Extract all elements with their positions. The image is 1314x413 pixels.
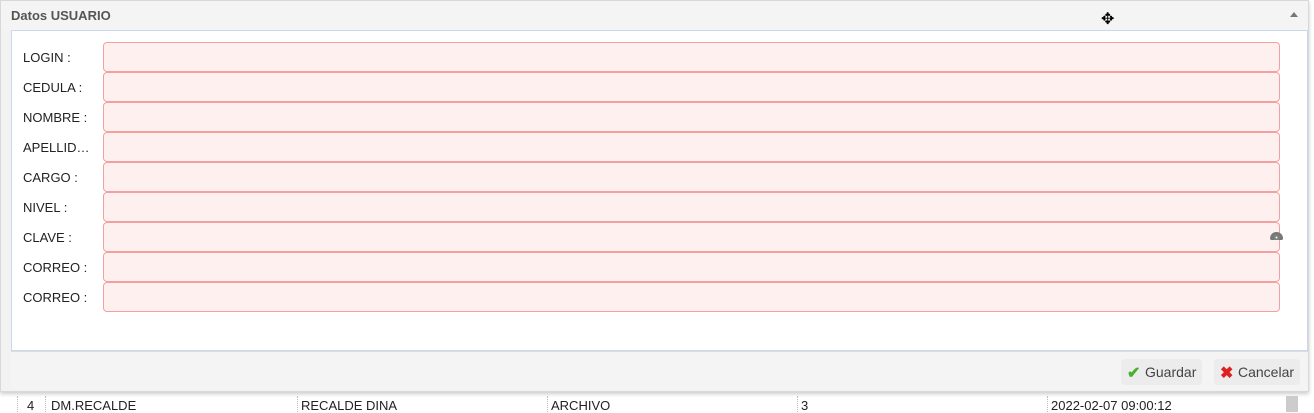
- field-correo-2: CORREO :: [12, 282, 1307, 312]
- dialog-header[interactable]: Datos USUARIO ✥: [1, 1, 1308, 31]
- cell-fecha: 2022-02-07 09:00:12: [1051, 398, 1172, 413]
- nombre-input[interactable]: [103, 102, 1280, 132]
- cell-cargo: ARCHIVO: [551, 398, 611, 413]
- dialog-footer: ✔ Guardar ✖ Cancelar: [11, 351, 1308, 390]
- field-clave: CLAVE :: [12, 222, 1307, 252]
- field-cargo: CARGO :: [12, 162, 1307, 192]
- column-divider: [797, 396, 798, 412]
- column-divider: [17, 396, 18, 412]
- collapse-icon[interactable]: [1290, 12, 1298, 17]
- form-body: LOGIN : CEDULA : NOMBRE : APELLIDOS : CA…: [11, 30, 1308, 351]
- table-row[interactable]: 4 DM.RECALDE RECALDE DINA ARCHIVO 3 2022…: [0, 396, 1314, 413]
- cargo-input[interactable]: [103, 162, 1280, 192]
- field-nombre: NOMBRE :: [12, 102, 1307, 132]
- field-apellidos: APELLIDOS :: [12, 132, 1307, 162]
- close-icon: ✖: [1220, 365, 1234, 382]
- user-data-dialog: Datos USUARIO ✥ LOGIN : CEDULA : NOMBRE …: [0, 0, 1309, 392]
- check-icon: ✔: [1127, 365, 1141, 382]
- field-label: APELLIDOS :: [23, 140, 99, 155]
- field-login: LOGIN :: [12, 42, 1307, 72]
- column-divider: [297, 396, 298, 412]
- field-correo: CORREO :: [12, 252, 1307, 282]
- column-divider: [1047, 396, 1048, 412]
- login-input[interactable]: [103, 42, 1280, 72]
- cancel-button[interactable]: ✖ Cancelar: [1214, 359, 1301, 385]
- save-label: Guardar: [1145, 364, 1197, 380]
- column-divider: [547, 396, 548, 412]
- move-icon[interactable]: ✥: [1101, 12, 1114, 28]
- cedula-input[interactable]: [103, 72, 1280, 102]
- field-label: CORREO :: [23, 260, 88, 275]
- show-password-eye-icon[interactable]: [1270, 232, 1283, 240]
- apellidos-input[interactable]: [103, 132, 1280, 162]
- cell-nombre: RECALDE DINA: [301, 398, 398, 413]
- field-cedula: CEDULA :: [12, 72, 1307, 102]
- table-scrollbar[interactable]: [1286, 396, 1298, 412]
- field-label: CLAVE :: [23, 230, 72, 245]
- field-label: LOGIN :: [23, 50, 71, 65]
- correo-input[interactable]: [103, 252, 1280, 282]
- field-label: CEDULA :: [23, 80, 83, 95]
- nivel-input[interactable]: [103, 192, 1280, 222]
- field-label: CARGO :: [23, 170, 78, 185]
- field-label: CORREO :: [23, 290, 88, 305]
- row-number: 4: [27, 398, 35, 413]
- save-button[interactable]: ✔ Guardar: [1121, 359, 1203, 385]
- dialog-title: Datos USUARIO: [11, 8, 111, 23]
- cell-nivel: 3: [801, 398, 809, 413]
- column-divider: [45, 396, 46, 412]
- cell-login: DM.RECALDE: [51, 398, 137, 413]
- cancel-label: Cancelar: [1238, 364, 1295, 380]
- field-nivel: NIVEL :: [12, 192, 1307, 222]
- clave-input[interactable]: [103, 222, 1280, 252]
- correo-2-input[interactable]: [103, 282, 1280, 312]
- field-label: NOMBRE :: [23, 110, 88, 125]
- field-label: NIVEL :: [23, 200, 68, 215]
